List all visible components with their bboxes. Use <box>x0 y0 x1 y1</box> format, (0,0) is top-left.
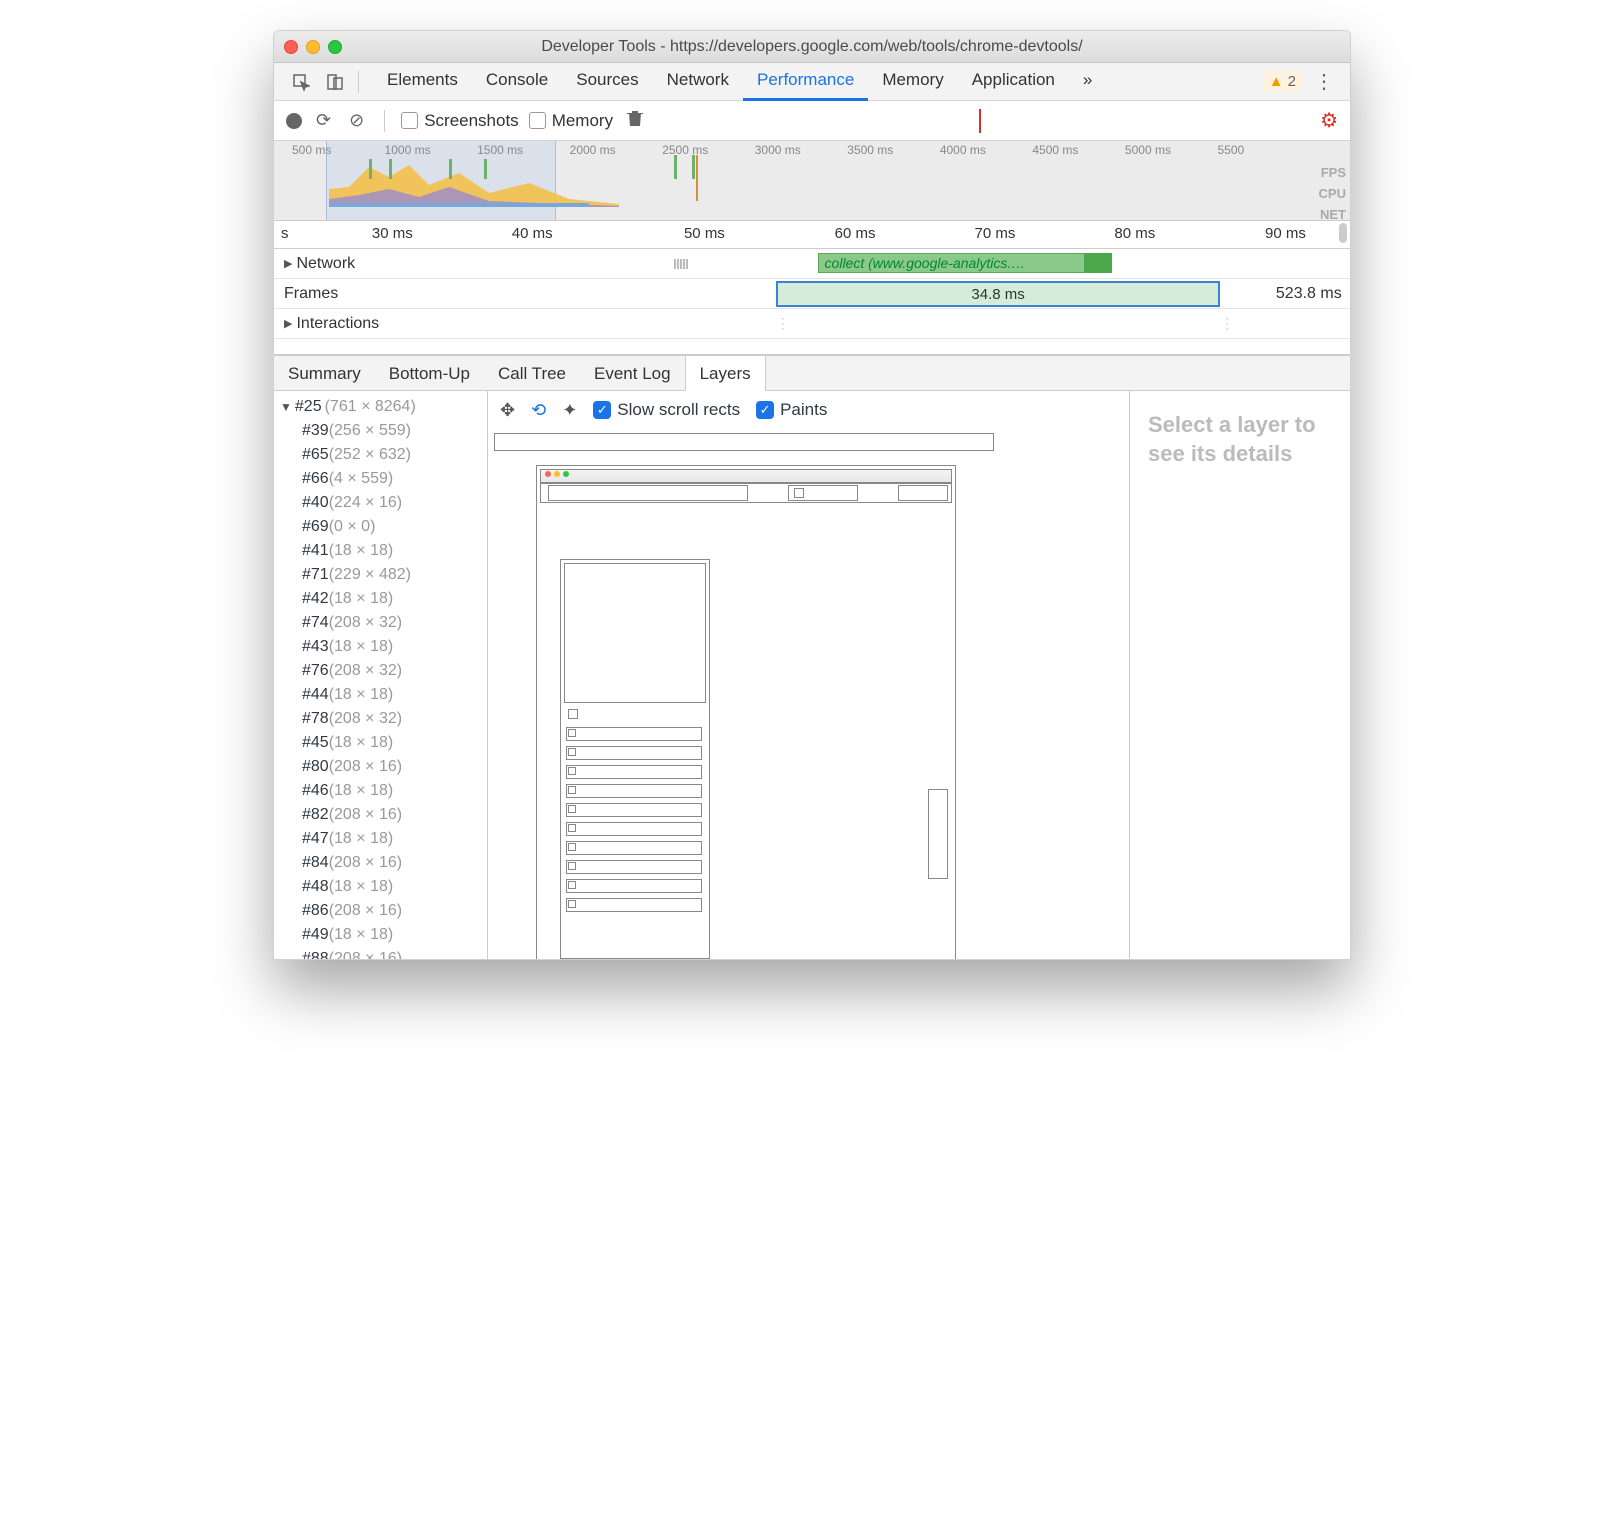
subtab-calltree[interactable]: Call Tree <box>484 356 580 390</box>
tree-row[interactable]: #80(208 × 16) <box>274 755 487 779</box>
layer-canvas-area: ✥ ⟲ ✦ ✓ Slow scroll rects ✓ Paints <box>488 391 1130 959</box>
record-button[interactable] <box>286 113 302 129</box>
paints-checkbox[interactable]: ✓ Paints <box>756 400 827 420</box>
slow-scroll-checkbox[interactable]: ✓ Slow scroll rects <box>593 400 740 420</box>
reload-icon[interactable]: ⟳ <box>312 108 335 133</box>
tree-row[interactable]: ▼ #25(761 × 8264) <box>274 395 487 419</box>
tree-row[interactable]: #46(18 × 18) <box>274 779 487 803</box>
tree-row[interactable]: #86(208 × 16) <box>274 899 487 923</box>
tree-row[interactable]: #45(18 × 18) <box>274 731 487 755</box>
overview-marks <box>674 155 724 205</box>
tree-row[interactable]: #48(18 × 18) <box>274 875 487 899</box>
checkbox-icon <box>401 112 418 129</box>
tree-row[interactable]: #84(208 × 16) <box>274 851 487 875</box>
caret-right-icon: ▶ <box>284 317 292 330</box>
tabs-overflow[interactable]: » <box>1069 62 1106 101</box>
tree-row[interactable]: #44(18 × 18) <box>274 683 487 707</box>
tree-row[interactable]: #88(208 × 16) <box>274 947 487 959</box>
tree-row[interactable]: #82(208 × 16) <box>274 803 487 827</box>
close-icon[interactable] <box>284 40 298 54</box>
cpu-chart <box>329 159 619 207</box>
layer-tree[interactable]: ▼ #25(761 × 8264) #39(256 × 559)#65(252 … <box>274 391 488 959</box>
tree-row[interactable]: #78(208 × 32) <box>274 707 487 731</box>
tree-row[interactable]: #76(208 × 32) <box>274 659 487 683</box>
devtools-window: Developer Tools - https://developers.goo… <box>273 30 1351 960</box>
caret-right-icon: ▶ <box>284 257 292 270</box>
settings-icon[interactable]: ⚙ <box>1320 108 1338 133</box>
tab-memory[interactable]: Memory <box>868 62 957 101</box>
network-track[interactable]: ▶Network collect (www.google-analytics.… <box>274 249 1350 279</box>
interactions-track[interactable]: ▶Interactions ⋮ ⋮ <box>274 309 1350 339</box>
subtab-bottomup[interactable]: Bottom-Up <box>375 356 484 390</box>
tab-sources[interactable]: Sources <box>562 62 652 101</box>
subtab-eventlog[interactable]: Event Log <box>580 356 685 390</box>
time-ruler[interactable]: s 30 ms 40 ms 50 ms 60 ms 70 ms 80 ms 90… <box>274 221 1350 249</box>
tree-row[interactable]: #47(18 × 18) <box>274 827 487 851</box>
tree-row[interactable]: #41(18 × 18) <box>274 539 487 563</box>
tree-row[interactable]: #69(0 × 0) <box>274 515 487 539</box>
main-toolbar: Elements Console Sources Network Perform… <box>274 63 1350 101</box>
zoom-icon[interactable] <box>328 40 342 54</box>
tree-row[interactable]: #42(18 × 18) <box>274 587 487 611</box>
titlebar: Developer Tools - https://developers.goo… <box>274 31 1350 63</box>
tree-row[interactable]: #65(252 × 632) <box>274 443 487 467</box>
layer-canvas[interactable] <box>488 429 1129 959</box>
checkbox-checked-icon: ✓ <box>593 401 611 419</box>
menu-icon[interactable]: ⋮ <box>1308 69 1340 94</box>
tree-row[interactable]: #40(224 × 16) <box>274 491 487 515</box>
next-frame: 523.8 ms <box>1276 285 1342 303</box>
clear-icon[interactable]: ⊘ <box>345 108 368 133</box>
tree-row[interactable]: #66(4 × 559) <box>274 467 487 491</box>
frame-duration[interactable]: 34.8 ms <box>776 281 1220 307</box>
rotate-icon[interactable]: ⟲ <box>531 400 546 421</box>
layers-panel: ▼ #25(761 × 8264) #39(256 × 559)#65(252 … <box>274 391 1350 959</box>
details-tabs: Summary Bottom-Up Call Tree Event Log La… <box>274 355 1350 391</box>
tab-application[interactable]: Application <box>958 62 1069 101</box>
canvas-toolbar: ✥ ⟲ ✦ ✓ Slow scroll rects ✓ Paints <box>488 391 1129 429</box>
pan-icon[interactable]: ✥ <box>500 400 515 421</box>
tree-row[interactable]: #71(229 × 482) <box>274 563 487 587</box>
checkbox-icon <box>529 112 546 129</box>
window-title: Developer Tools - https://developers.goo… <box>274 38 1350 56</box>
warning-icon: ▲ <box>1269 73 1284 90</box>
reset-icon[interactable]: ✦ <box>562 400 577 421</box>
network-request-tail[interactable] <box>1084 253 1112 273</box>
tree-row[interactable]: #49(18 × 18) <box>274 923 487 947</box>
tree-row[interactable]: #74(208 × 32) <box>274 611 487 635</box>
inspect-icon[interactable] <box>284 69 318 95</box>
tree-row[interactable]: #43(18 × 18) <box>274 635 487 659</box>
screenshots-checkbox[interactable]: Screenshots <box>401 111 519 131</box>
caret-down-icon: ▼ <box>280 398 292 416</box>
checkbox-checked-icon: ✓ <box>756 401 774 419</box>
main-tabs: Elements Console Sources Network Perform… <box>373 62 1263 101</box>
traffic-lights <box>284 40 342 54</box>
tab-performance[interactable]: Performance <box>743 62 868 101</box>
performance-toolbar: ⟳ ⊘ Screenshots Memory ⚙ <box>274 101 1350 141</box>
frames-track[interactable]: Frames 34.8 ms 523.8 ms <box>274 279 1350 309</box>
tab-console[interactable]: Console <box>472 62 562 101</box>
layer-details: Select a layer to see its details <box>1130 391 1350 959</box>
memory-checkbox[interactable]: Memory <box>529 111 613 131</box>
tab-network[interactable]: Network <box>653 62 743 101</box>
overview-timeline[interactable]: 500 ms1000 ms 1500 ms2000 ms 2500 ms3000… <box>274 141 1350 221</box>
scrollbar[interactable] <box>1339 223 1347 243</box>
tree-row[interactable]: #39(256 × 559) <box>274 419 487 443</box>
subtab-layers[interactable]: Layers <box>685 356 766 391</box>
subtab-summary[interactable]: Summary <box>274 356 375 390</box>
trash-icon[interactable] <box>623 107 647 134</box>
tab-elements[interactable]: Elements <box>373 62 472 101</box>
device-icon[interactable] <box>318 69 352 95</box>
network-request[interactable]: collect (www.google-analytics.… <box>818 253 1087 273</box>
minimize-icon[interactable] <box>306 40 320 54</box>
warnings-badge[interactable]: ▲ 2 <box>1263 71 1302 92</box>
